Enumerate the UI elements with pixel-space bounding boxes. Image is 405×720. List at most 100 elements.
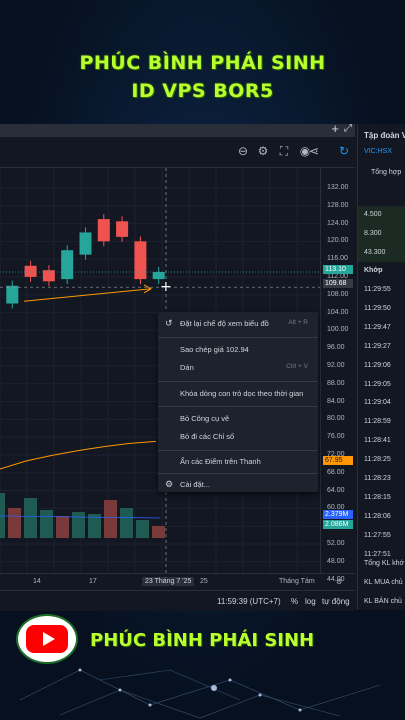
context-menu: ↺ Đặt lại chế độ xem biểu đồ Alt + R Sao… xyxy=(158,312,318,492)
price-tick: 108.00 xyxy=(327,290,349,298)
volume-tag: 2.086M xyxy=(323,520,353,529)
price-tick: 120.00 xyxy=(327,237,349,245)
price-tick: 68.00 xyxy=(327,468,345,476)
buy-volume-label: KL MUA chủ xyxy=(364,579,403,586)
menu-remove-drawings[interactable]: Bỏ Công cụ vẽ xyxy=(158,409,318,429)
volume-bar xyxy=(24,498,37,538)
match-time: 11:28:23 xyxy=(364,475,391,482)
volume-bar xyxy=(136,520,149,538)
volume-bar xyxy=(56,516,69,538)
menu-divider xyxy=(158,406,318,407)
candle-body xyxy=(97,219,110,242)
match-time: 11:27:51 xyxy=(364,550,391,558)
price-tick: 64.00 xyxy=(327,486,345,494)
match-time: 11:28:06 xyxy=(364,512,391,520)
crosshair-cursor: + xyxy=(160,279,172,295)
match-time: 11:29:27 xyxy=(364,342,391,350)
price-tick: 80.00 xyxy=(327,415,345,423)
time-tick: 25 xyxy=(200,578,208,585)
price-tick: 92.00 xyxy=(327,362,345,369)
price-axis[interactable]: 132.00 128.00 124.00 120.00 116.00 112.00 108.… xyxy=(320,168,356,583)
match-time: 11:28:15 xyxy=(364,493,391,501)
panel-title: Tập đoàn V xyxy=(364,131,405,140)
time-tick: 14 xyxy=(33,578,41,585)
time-settings-icon[interactable]: ⚙ xyxy=(336,578,342,586)
menu-copy-price[interactable]: Sao chép giá 102.94 xyxy=(158,340,318,360)
match-time: 11:29:05 xyxy=(364,380,391,388)
menu-divider xyxy=(158,473,318,474)
level-value: 43.300 xyxy=(364,249,386,256)
time-tick: 17 xyxy=(89,578,97,585)
volume-bar xyxy=(152,526,165,538)
total-volume-label: Tổng KL khớ xyxy=(364,560,405,567)
last-price-tag: 113.10 xyxy=(323,265,353,274)
volume-bar xyxy=(0,493,5,538)
match-time: 11:28:25 xyxy=(364,456,391,464)
price-tick: 96.00 xyxy=(327,344,345,352)
menu-divider xyxy=(158,450,318,451)
menu-divider xyxy=(158,337,318,338)
price-tick: 52.00 xyxy=(327,540,345,547)
candle-body xyxy=(6,285,19,304)
menu-lock-cursor[interactable]: Khóa dòng con trỏ dọc theo thời gian xyxy=(158,384,318,404)
menu-reset-view[interactable]: ↺ Đặt lại chế độ xem biểu đồ Alt + R xyxy=(158,314,318,334)
zoom-icon[interactable]: ⊖ xyxy=(236,144,250,158)
price-tick: 48.00 xyxy=(327,557,345,565)
volume-bar xyxy=(120,508,133,538)
time-axis[interactable]: 14 17 23 Tháng 7 '25 25 Tháng Tám ⚙ xyxy=(0,573,355,590)
summary-tab[interactable]: Tổng hợp xyxy=(371,169,401,176)
order-panel: Tập đoàn V VIC:HSX Tổng hợp 4.500 8.300 … xyxy=(357,124,405,610)
gear-icon: ⚙ xyxy=(165,479,174,489)
volume-bar xyxy=(8,508,21,538)
price-tick: 124.00 xyxy=(327,219,349,227)
gear-icon[interactable]: ⚙ xyxy=(256,144,270,158)
menu-settings[interactable]: ⚙ Cài đặt... xyxy=(158,475,318,495)
candle-body xyxy=(24,265,37,277)
match-time: 11:28:59 xyxy=(364,418,391,426)
refresh-icon[interactable]: ↻ xyxy=(337,144,351,158)
reset-icon: ↺ xyxy=(165,318,173,328)
menu-remove-indicators[interactable]: Bỏ đi các Chỉ số xyxy=(158,427,318,447)
volume-bar xyxy=(104,500,117,538)
price-tick: 76.00 xyxy=(327,433,345,441)
candle-body xyxy=(116,221,129,237)
volume-bar xyxy=(72,512,85,538)
add-tab-icon[interactable]: + xyxy=(331,121,339,136)
chart-toolbar: ⊖ ⚙ ⛶ ◉ ⋖ ↻ xyxy=(0,137,355,168)
candle-body xyxy=(134,241,147,280)
price-tick: 104.00 xyxy=(327,308,349,316)
indicator-value-tag: 67.95 xyxy=(323,456,353,465)
match-time: 11:28:41 xyxy=(364,437,391,445)
expand-icon[interactable]: ⤢ xyxy=(344,123,352,134)
banner-id: ID VPS BOR5 xyxy=(131,80,274,102)
menu-hide-marks[interactable]: Ẩn các Điểm trên Thanh xyxy=(158,452,318,472)
window-topbar: + ⤢ xyxy=(0,121,355,137)
banner-title: PHÚC BÌNH PHÁI SINH xyxy=(79,52,326,74)
sell-volume-label: KL BÁN chủ xyxy=(364,598,402,605)
trading-app: + ⤢ ⊖ ⚙ ⛶ ◉ ⋖ ↻ + 132.00 128.00 124.00 120.… xyxy=(0,121,405,611)
match-time: 11:29:04 xyxy=(364,399,391,407)
level-value: 4.500 xyxy=(364,211,382,218)
candle-body xyxy=(152,271,165,280)
candle-body xyxy=(79,232,92,255)
volume-tag: 2.379M xyxy=(323,510,353,519)
status-bar: 11:59:39 (UTC+7) % log tự động xyxy=(0,590,355,611)
clock: 11:59:39 (UTC+7) xyxy=(217,597,281,606)
fullscreen-icon[interactable]: ⛶ xyxy=(277,144,291,158)
price-tick: 88.00 xyxy=(327,379,345,387)
share-icon[interactable]: ⋖ xyxy=(307,144,321,158)
price-tick: 128.00 xyxy=(327,201,349,209)
symbol-link[interactable]: VIC:HSX xyxy=(364,148,392,155)
price-tick: 132.00 xyxy=(327,184,349,191)
log-toggle[interactable]: log xyxy=(305,597,316,606)
match-time: 11:29:47 xyxy=(364,323,391,331)
menu-paste[interactable]: Dán Ctrl + V xyxy=(158,358,318,378)
candle-body xyxy=(61,250,74,280)
volume-bar xyxy=(40,510,53,538)
youtube-logo xyxy=(16,614,78,664)
auto-toggle[interactable]: tự động xyxy=(322,597,350,606)
percent-toggle[interactable]: % xyxy=(291,597,298,606)
crosshair-price-tag: 109.68 xyxy=(323,279,353,288)
match-time: 11:27:55 xyxy=(364,531,391,539)
match-time: 11:29:06 xyxy=(364,361,391,369)
